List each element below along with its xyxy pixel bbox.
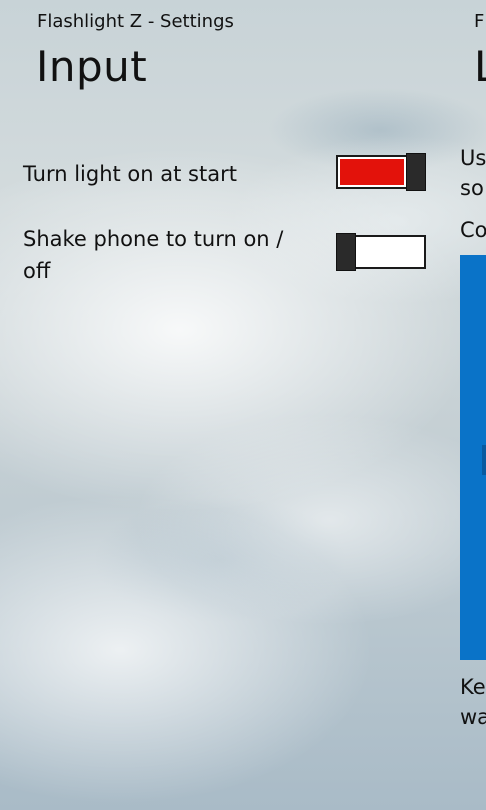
app-title: Flashlight Z - Settings: [37, 11, 234, 32]
settings-screen: Flashlight Z - Settings Fl Input L Turn …: [0, 0, 486, 810]
next-panel-text-line: Us: [460, 146, 486, 170]
toggle-turn-light-on-at-start[interactable]: [336, 153, 426, 191]
color-preview-swatch[interactable]: [460, 255, 486, 660]
next-panel-text-line: so: [460, 176, 484, 200]
next-panel-text-line: Co: [460, 218, 486, 242]
toggle-shake-phone[interactable]: [336, 233, 426, 271]
toggle-fill: [340, 159, 404, 185]
page-title: Input: [36, 42, 148, 91]
setting-label-shake-phone: Shake phone to turn on / off: [23, 227, 284, 283]
next-panel-text-line: wa: [460, 705, 486, 729]
next-panel-text-line: Ke: [460, 675, 486, 699]
setting-label-turn-light-on-at-start: Turn light on at start: [23, 162, 237, 186]
toggle-thumb[interactable]: [336, 233, 356, 271]
next-panel-title[interactable]: L: [474, 42, 486, 91]
next-panel-app-title: Fl: [474, 11, 486, 32]
toggle-thumb[interactable]: [406, 153, 426, 191]
swatch-mark: [482, 445, 486, 475]
